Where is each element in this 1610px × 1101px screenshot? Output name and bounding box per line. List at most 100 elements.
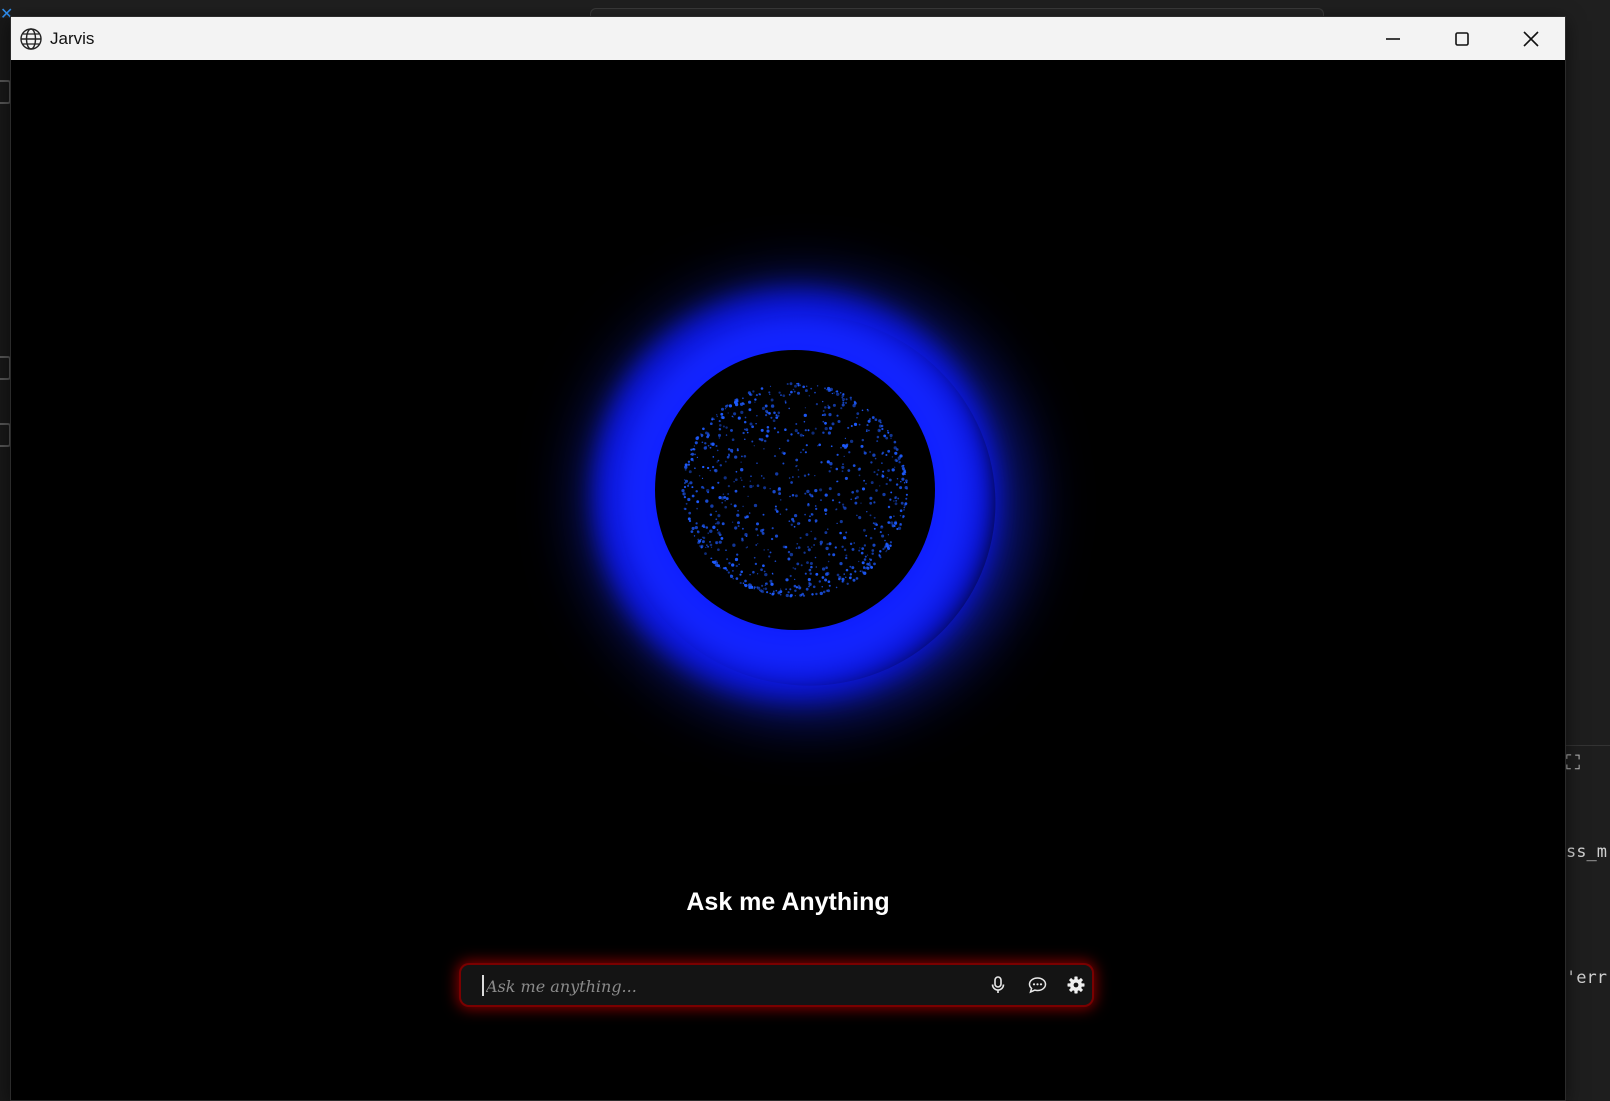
particle [805,444,808,447]
microphone-button[interactable] [988,975,1008,995]
close-button[interactable] [1496,17,1565,60]
particle [690,448,693,451]
particle [714,560,718,563]
particle [687,463,691,466]
particle [760,475,763,477]
particle [891,468,895,472]
particle [705,499,709,503]
particle [701,441,704,444]
particle [883,434,887,438]
particle [782,545,786,549]
particle [854,501,858,505]
particle [898,461,901,464]
particle [698,475,701,477]
particle [822,590,826,594]
particle [825,572,829,576]
particle [840,407,843,410]
particle [816,385,819,387]
particle [849,565,852,568]
particle [885,436,889,440]
particle [727,571,730,574]
particle [740,479,743,482]
particle [802,434,805,437]
particle [842,463,844,466]
window-title: Jarvis [50,28,95,48]
particle [706,466,710,470]
maximize-panel-icon: ⛶ [1566,750,1580,774]
particle [770,582,774,586]
particle [872,543,876,547]
maximize-button[interactable] [1427,17,1496,60]
particle [860,551,864,555]
particle [735,564,738,568]
particle [794,578,796,581]
particle [707,432,710,435]
particle [766,426,770,429]
particle [804,451,807,454]
particle [866,511,868,513]
settings-button[interactable] [1066,975,1086,995]
particle [770,404,775,408]
particle [720,496,725,500]
particle [733,481,735,483]
particle [796,391,801,395]
particle [800,594,803,596]
particle [881,462,883,464]
particle [763,549,765,551]
particle [866,566,869,569]
particle [773,411,776,415]
particle [739,573,742,576]
maximize-icon [1454,31,1469,46]
particle [900,480,902,483]
particle [773,427,776,430]
particle [904,502,908,506]
particle [769,592,771,595]
particle [812,585,816,589]
particle-field [681,382,908,598]
particle [813,537,817,540]
particle [858,467,861,471]
ask-input[interactable] [484,965,978,1007]
particle [803,551,806,554]
particle [767,549,769,551]
particle [868,561,871,564]
particle [839,392,842,394]
minimize-button[interactable] [1358,17,1427,60]
particle [869,501,873,505]
particle [797,431,800,435]
particle [815,572,819,576]
particle [763,439,767,443]
particle [793,390,796,393]
particle [709,469,712,472]
particle [788,520,791,522]
particle [851,566,855,570]
particle [896,477,899,480]
particle [762,513,765,516]
particle [721,522,725,526]
particle [701,540,705,544]
particle [804,389,808,393]
chat-button[interactable] [1027,975,1047,995]
particle [873,471,876,474]
particle [750,585,754,589]
particle [756,462,758,464]
particle [858,423,861,426]
particle [737,509,739,512]
particle [863,451,867,455]
particle [903,506,906,509]
particle [852,578,856,582]
particle [765,582,768,586]
panel-icon [0,423,11,447]
particle [769,579,773,583]
particle [724,505,728,509]
particle [824,578,828,582]
particle [752,390,755,393]
background-editor-activity-bar [0,18,11,1100]
particle [797,476,800,478]
particle [894,502,898,506]
particle [724,405,728,408]
particle [845,531,848,534]
particle [787,550,791,554]
particle [782,394,786,398]
particle [690,457,694,461]
